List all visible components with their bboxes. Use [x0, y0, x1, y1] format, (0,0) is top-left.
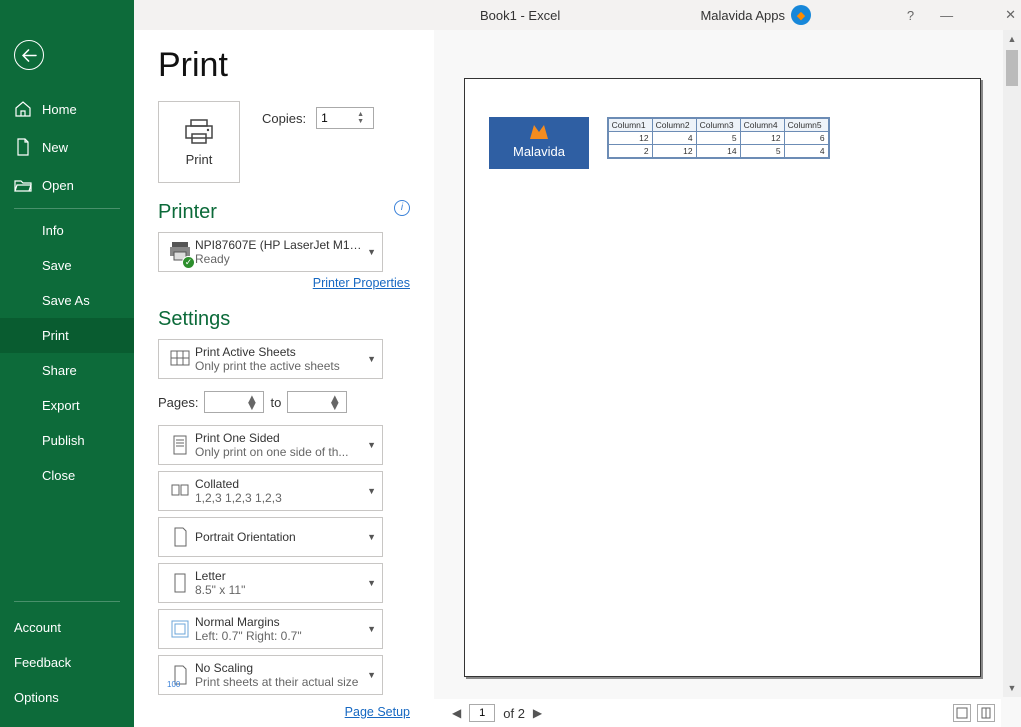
- settings-heading: Settings: [158, 308, 410, 331]
- page-setup-link[interactable]: Page Setup: [158, 705, 410, 719]
- pages-to-input[interactable]: [292, 395, 328, 409]
- print-preview-pane: Malavida Column1Column2Column3Column4Col…: [434, 30, 1021, 727]
- sidebar-item-info[interactable]: Info: [0, 213, 134, 248]
- sidebar-item-publish[interactable]: Publish: [0, 423, 134, 458]
- page-number-input[interactable]: [469, 704, 495, 722]
- sidebar-item-export[interactable]: Export: [0, 388, 134, 423]
- backstage-sidebar: Home New Open Info Save Save As Print Sh…: [0, 0, 134, 727]
- sidebar-item-share[interactable]: Share: [0, 353, 134, 388]
- preview-table: Column1Column2Column3Column4Column512451…: [607, 117, 830, 159]
- orientation-selector[interactable]: Portrait Orientation ▼: [158, 517, 383, 557]
- scaling-selector[interactable]: 100 No ScalingPrint sheets at their actu…: [158, 655, 383, 695]
- page-title: Print: [158, 46, 410, 85]
- help-button[interactable]: ?: [907, 8, 914, 23]
- app-badge: Malavida Apps ◆: [700, 5, 811, 25]
- printer-info-icon[interactable]: i: [394, 200, 410, 216]
- sidebar-item-open[interactable]: Open: [0, 166, 134, 204]
- minimize-button[interactable]: —: [940, 8, 953, 23]
- preview-page: Malavida Column1Column2Column3Column4Col…: [464, 78, 981, 677]
- chevron-down-icon: ▼: [367, 354, 376, 364]
- printer-heading: Printer: [158, 201, 217, 224]
- close-button[interactable]: ✕: [1005, 7, 1016, 23]
- copies-input[interactable]: [321, 111, 357, 125]
- pages-to-stepper[interactable]: ▲▼: [287, 391, 347, 413]
- paper-selector[interactable]: Letter8.5" x 11" ▼: [158, 563, 383, 603]
- scroll-down-icon[interactable]: ▼: [1003, 679, 1021, 697]
- collate-icon: [168, 479, 192, 503]
- print-settings-pane: Print Print Copies: ▲▼ Printer i: [134, 30, 434, 727]
- printer-status: Ready: [195, 252, 363, 266]
- vertical-scrollbar[interactable]: ▲ ▼: [1003, 30, 1021, 697]
- fit-page-button[interactable]: [953, 704, 971, 722]
- printer-name: NPI87607E (HP LaserJet M15...: [195, 238, 363, 252]
- chevron-down-icon: ▼: [367, 624, 376, 634]
- malavida-logo: Malavida: [489, 117, 589, 169]
- new-icon: [14, 138, 32, 156]
- printer-status-icon: ✓: [168, 239, 192, 266]
- spin-up-icon[interactable]: ▲: [357, 111, 364, 118]
- sidebar-item-new[interactable]: New: [0, 128, 134, 166]
- chevron-down-icon: ▼: [367, 532, 376, 542]
- print-what-selector[interactable]: Print Active SheetsOnly print the active…: [158, 339, 383, 379]
- chevron-down-icon: ▼: [367, 440, 376, 450]
- sides-selector[interactable]: Print One SidedOnly print on one side of…: [158, 425, 383, 465]
- back-button[interactable]: [14, 40, 44, 70]
- pages-label: Pages:: [158, 395, 198, 410]
- print-button[interactable]: Print: [158, 101, 240, 183]
- margins-selector[interactable]: Normal MarginsLeft: 0.7" Right: 0.7" ▼: [158, 609, 383, 649]
- check-icon: ✓: [182, 256, 195, 269]
- sidebar-item-saveas[interactable]: Save As: [0, 283, 134, 318]
- sidebar-item-feedback[interactable]: Feedback: [0, 645, 134, 680]
- prev-page-button[interactable]: ◀: [452, 706, 461, 720]
- spin-down-icon[interactable]: ▼: [357, 118, 364, 125]
- chevron-down-icon: ▼: [367, 578, 376, 588]
- portrait-icon: [168, 525, 192, 549]
- open-icon: [14, 176, 32, 194]
- printer-icon: [184, 118, 214, 146]
- zoom-to-page-button[interactable]: [977, 704, 995, 722]
- next-page-button[interactable]: ▶: [533, 706, 542, 720]
- scroll-up-icon[interactable]: ▲: [1003, 30, 1021, 48]
- sidebar-item-options[interactable]: Options: [0, 680, 134, 715]
- paper-icon: [168, 571, 192, 595]
- title-bar: Book1 - Excel Malavida Apps ◆ ? — ✕: [0, 0, 1021, 30]
- home-icon: [14, 100, 32, 118]
- chevron-down-icon: ▼: [367, 247, 376, 257]
- page-total: of 2: [503, 706, 525, 721]
- sidebar-item-home[interactable]: Home: [0, 90, 134, 128]
- copies-label: Copies:: [262, 111, 306, 126]
- sheets-icon: [168, 347, 192, 371]
- margins-icon: [168, 617, 192, 641]
- preview-footer: ◀ of 2 ▶: [434, 699, 1001, 727]
- sidebar-item-save[interactable]: Save: [0, 248, 134, 283]
- printer-properties-link[interactable]: Printer Properties: [158, 276, 410, 290]
- chevron-down-icon: ▼: [367, 670, 376, 680]
- document-title: Book1 - Excel: [480, 8, 560, 23]
- scroll-thumb[interactable]: [1006, 50, 1018, 86]
- malavida-icon: ◆: [791, 5, 811, 25]
- pages-from-input[interactable]: [209, 395, 245, 409]
- page-icon: [168, 433, 192, 457]
- sidebar-item-account[interactable]: Account: [0, 610, 134, 645]
- chevron-down-icon: ▼: [367, 486, 376, 496]
- pages-from-stepper[interactable]: ▲▼: [204, 391, 264, 413]
- sidebar-item-print[interactable]: Print: [0, 318, 134, 353]
- sidebar-item-close[interactable]: Close: [0, 458, 134, 493]
- printer-selector[interactable]: ✓ NPI87607E (HP LaserJet M15... Ready ▼: [158, 232, 383, 272]
- collate-selector[interactable]: Collated1,2,3 1,2,3 1,2,3 ▼: [158, 471, 383, 511]
- copies-stepper[interactable]: ▲▼: [316, 107, 374, 129]
